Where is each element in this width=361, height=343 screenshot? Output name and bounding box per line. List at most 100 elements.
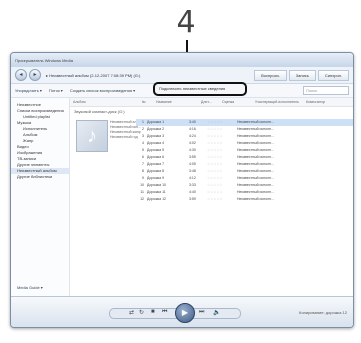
- tab-burn[interactable]: Запись: [288, 69, 316, 81]
- track-name: Дорожка 5: [147, 148, 165, 152]
- track-artist: Неизвестный исполн...: [237, 176, 274, 180]
- rating-stars-icon: ☆☆☆☆☆: [207, 197, 223, 201]
- track-len: 4:16: [189, 127, 196, 131]
- track-len: 4:12: [189, 176, 196, 180]
- track-name: Дорожка 11: [147, 190, 166, 194]
- table-row[interactable]: 4 Дорожка 4 4:02 ☆☆☆☆☆ Неизвестный исполн...: [136, 140, 353, 147]
- track-artist: Неизвестный исполн...: [237, 148, 274, 152]
- track-name: Дорожка 7: [147, 162, 165, 166]
- rating-stars-icon: ☆☆☆☆☆: [207, 134, 223, 138]
- track-artist: Неизвестный исполн...: [237, 134, 274, 138]
- track-artist: Неизвестный исполн...: [237, 190, 274, 194]
- rating-stars-icon: ☆☆☆☆☆: [207, 169, 223, 173]
- library-view: Альбом № Название Длит... Оценка Участвующий …: [70, 98, 353, 308]
- track-name: Дорожка 9: [147, 176, 165, 180]
- track-num: 7: [142, 162, 144, 166]
- rating-stars-icon: ☆☆☆☆☆: [207, 148, 223, 152]
- track-name: Дорожка 6: [147, 155, 165, 159]
- volume-icon[interactable]: 🔈: [213, 309, 220, 316]
- nav-item[interactable]: Другие библиотеки: [11, 174, 69, 180]
- table-row[interactable]: 3 Дорожка 3 4:24 ☆☆☆☆☆ Неизвестный исполн...: [136, 133, 353, 140]
- track-artist: Неизвестный исполн...: [237, 141, 274, 145]
- track-artist: Неизвестный исполн...: [237, 155, 274, 159]
- track-name: Дорожка 4: [147, 141, 165, 145]
- track-num: 11: [140, 190, 144, 194]
- column-header[interactable]: №: [139, 98, 153, 106]
- tab-play[interactable]: Воспроиз.: [254, 69, 287, 81]
- table-row[interactable]: 11 Дорожка 11 4:40 ☆☆☆☆☆ Неизвестный исполн.…: [136, 189, 353, 196]
- highlighted-button[interactable]: Подключить неизвестные сведения: [153, 82, 247, 96]
- repeat-icon[interactable]: ↻: [139, 309, 144, 316]
- track-len: 3:55: [189, 155, 196, 159]
- track-num: 5: [142, 148, 144, 152]
- organize-menu[interactable]: Упорядочить ▾: [15, 88, 42, 93]
- tab-sync[interactable]: Синхрон.: [317, 69, 349, 81]
- callout-number: 4: [176, 5, 196, 40]
- track-artist: Неизвестный исполн...: [237, 183, 274, 187]
- track-num: 4: [142, 141, 144, 145]
- table-row[interactable]: 1 Дорожка 1 3:40 ☆☆☆☆☆ Неизвестный исполн...: [136, 119, 353, 126]
- track-len: 4:30: [189, 148, 196, 152]
- rating-stars-icon: ☆☆☆☆☆: [207, 183, 223, 187]
- track-num: 9: [142, 176, 144, 180]
- column-header[interactable]: Длит...: [198, 98, 219, 106]
- track-artist: Неизвестный исполн...: [237, 127, 274, 131]
- stream-menu[interactable]: Поток ▾: [49, 88, 63, 93]
- table-row[interactable]: 12 Дорожка 12 3:59 ☆☆☆☆☆ Неизвестный исполн.…: [136, 196, 353, 203]
- create-playlist-menu[interactable]: Создать список воспроизведения ▾: [70, 88, 135, 93]
- player-status: Копирование: дорожка 12: [299, 310, 347, 315]
- track-artist: Неизвестный исполн...: [237, 169, 274, 173]
- back-icon[interactable]: ◂: [15, 69, 27, 81]
- rating-stars-icon: ☆☆☆☆☆: [207, 176, 223, 180]
- track-name: Дорожка 8: [147, 169, 165, 173]
- column-headers: Альбом № Название Длит... Оценка Участвующий …: [70, 98, 353, 107]
- breadcrumb[interactable]: ▸ Неизвестный альбом (2-12-2007 7:08:39 …: [46, 73, 252, 78]
- next-icon[interactable]: ⏭: [199, 309, 204, 316]
- shuffle-icon[interactable]: ⇄: [129, 309, 134, 316]
- media-guide-link[interactable]: Media Guide ▾: [17, 285, 43, 290]
- track-name: Дорожка 2: [147, 127, 165, 131]
- column-header[interactable]: Композитор: [303, 98, 346, 106]
- table-row[interactable]: 5 Дорожка 5 4:30 ☆☆☆☆☆ Неизвестный исполн...: [136, 147, 353, 154]
- rating-stars-icon: ☆☆☆☆☆: [207, 141, 223, 145]
- play-icon[interactable]: ▶: [175, 303, 195, 323]
- track-len: 3:48: [189, 169, 196, 173]
- table-row[interactable]: 8 Дорожка 8 3:48 ☆☆☆☆☆ Неизвестный исполн...: [136, 168, 353, 175]
- track-name: Дорожка 10: [147, 183, 166, 187]
- track-artist: Неизвестный исполн...: [237, 162, 274, 166]
- title-bar: Проигрыватель Windows Media: [11, 53, 353, 67]
- track-len: 3:33: [189, 183, 196, 187]
- track-len: 3:59: [189, 197, 196, 201]
- table-row[interactable]: 7 Дорожка 7 4:05 ☆☆☆☆☆ Неизвестный исполн...: [136, 161, 353, 168]
- search-input[interactable]: Поиск: [303, 86, 349, 95]
- rating-stars-icon: ☆☆☆☆☆: [207, 155, 223, 159]
- track-len: 4:40: [189, 190, 196, 194]
- column-header[interactable]: Альбом: [70, 98, 139, 106]
- track-num: 6: [142, 155, 144, 159]
- player-controls: ⇄ ↻ ■ ⏮ ▶ ⏭ 🔈 Копирование: дорожка 12: [11, 296, 353, 327]
- stop-icon[interactable]: ■: [151, 309, 155, 315]
- track-num: 3: [142, 134, 144, 138]
- column-header[interactable]: Оценка: [219, 98, 252, 106]
- column-header[interactable]: Название: [153, 98, 198, 106]
- navigation-pane: Неизвестное Списки воспроизведения Untitle…: [11, 98, 70, 308]
- track-name: Дорожка 3: [147, 134, 165, 138]
- track-len: 4:24: [189, 134, 196, 138]
- forward-icon[interactable]: ▸: [29, 69, 41, 81]
- track-name: Дорожка 1: [147, 120, 165, 124]
- album-header: Звуковой компакт-диск (G:): [74, 109, 125, 114]
- column-header[interactable]: Участвующий исполнитель: [252, 98, 303, 106]
- table-row[interactable]: 10 Дорожка 10 3:33 ☆☆☆☆☆ Неизвестный исполн.…: [136, 182, 353, 189]
- track-len: 3:40: [189, 120, 196, 124]
- media-player-window: Проигрыватель Windows Media ◂ ▸ ▸ Неизве…: [10, 52, 354, 328]
- rating-stars-icon: ☆☆☆☆☆: [207, 162, 223, 166]
- track-list: 1 Дорожка 1 3:40 ☆☆☆☆☆ Неизвестный исполн...…: [136, 119, 353, 203]
- table-row[interactable]: 6 Дорожка 6 3:55 ☆☆☆☆☆ Неизвестный исполн...: [136, 154, 353, 161]
- track-num: 1: [142, 120, 144, 124]
- table-row[interactable]: 9 Дорожка 9 4:12 ☆☆☆☆☆ Неизвестный исполн...: [136, 175, 353, 182]
- table-row[interactable]: 2 Дорожка 2 4:16 ☆☆☆☆☆ Неизвестный исполн...: [136, 126, 353, 133]
- previous-icon[interactable]: ⏮: [162, 309, 167, 316]
- track-num: 8: [142, 169, 144, 173]
- track-num: 10: [140, 183, 144, 187]
- rating-stars-icon: ☆☆☆☆☆: [207, 127, 223, 131]
